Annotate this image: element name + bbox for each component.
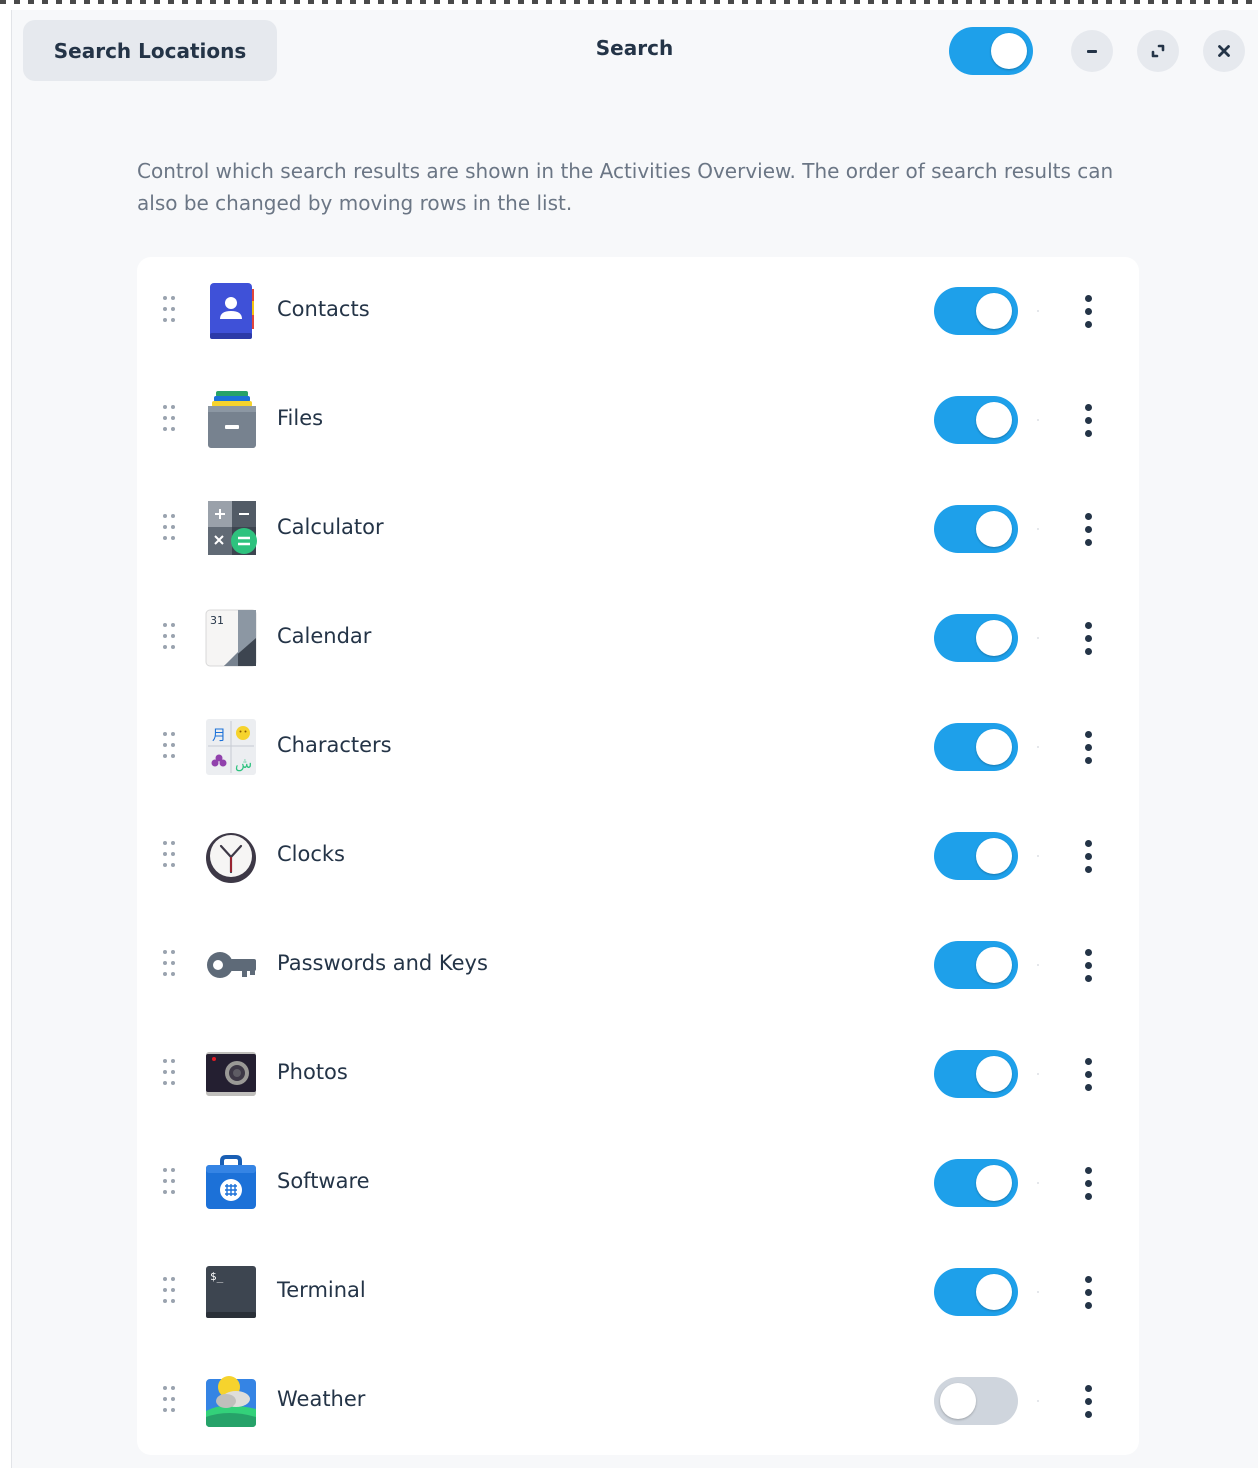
row-label: Clocks (277, 842, 345, 866)
list-row-files[interactable]: Files (137, 366, 1139, 475)
list-row-calendar[interactable]: 31 Calendar (137, 584, 1139, 693)
drag-handle-icon[interactable] (161, 1276, 179, 1306)
provider-switch[interactable] (934, 505, 1018, 553)
list-row-calculator[interactable]: Calculator (137, 475, 1139, 584)
calendar-icon: 31 (205, 609, 257, 667)
drag-handle-icon[interactable] (161, 404, 179, 434)
minimize-icon (1087, 50, 1097, 53)
row-label: Terminal (277, 1278, 366, 1302)
more-options-icon[interactable] (1077, 727, 1099, 767)
list-row-clocks[interactable]: Clocks (137, 802, 1139, 911)
svg-text:31: 31 (210, 614, 224, 627)
search-locations-button[interactable]: Search Locations (23, 20, 277, 81)
svg-text:ش: ش (235, 756, 252, 772)
camera-icon (206, 1052, 256, 1096)
row-label: Contacts (277, 297, 370, 321)
more-options-icon[interactable] (1077, 945, 1099, 985)
description-text: Control which search results are shown i… (137, 159, 1114, 215)
maximize-icon (1151, 44, 1165, 58)
drag-handle-icon[interactable] (161, 840, 179, 870)
provider-switch[interactable] (934, 1377, 1018, 1425)
provider-switch[interactable] (934, 396, 1018, 444)
provider-switch[interactable] (934, 941, 1018, 989)
provider-switch[interactable] (934, 723, 1018, 771)
drag-handle-icon[interactable] (161, 1058, 179, 1088)
drag-handle-icon[interactable] (161, 731, 179, 761)
svg-text:$_: $_ (210, 1270, 224, 1283)
row-label: Photos (277, 1060, 348, 1084)
row-label: Software (277, 1169, 370, 1193)
terminal-icon: $_ (206, 1266, 256, 1318)
row-label: Files (277, 406, 324, 430)
drag-handle-icon[interactable] (161, 295, 179, 325)
close-button[interactable] (1203, 30, 1245, 72)
row-label: Weather (277, 1387, 366, 1411)
characters-icon: 月 ش (206, 719, 256, 775)
list-row-weather[interactable]: Weather (137, 1347, 1139, 1456)
provider-switch[interactable] (934, 287, 1018, 335)
drag-handle-icon[interactable] (161, 622, 179, 652)
more-options-icon[interactable] (1077, 291, 1099, 331)
more-options-icon[interactable] (1077, 400, 1099, 440)
contacts-icon (210, 283, 254, 339)
more-options-icon[interactable] (1077, 1381, 1099, 1421)
close-icon (1218, 45, 1230, 57)
search-master-switch[interactable] (949, 27, 1033, 75)
list-row-terminal[interactable]: $_ Terminal (137, 1238, 1139, 1347)
provider-switch[interactable] (934, 1050, 1018, 1098)
software-icon (206, 1155, 256, 1209)
list-row-software[interactable]: Software (137, 1129, 1139, 1238)
drag-handle-icon[interactable] (161, 1167, 179, 1197)
search-providers-list: Contacts Files Calculator 31 Calendar 月 … (137, 257, 1139, 1455)
header-bar: Search Locations Search (11, 10, 1258, 92)
clocks-icon (206, 833, 256, 883)
svg-text:月: 月 (212, 728, 226, 744)
key-icon (207, 952, 256, 978)
provider-switch[interactable] (934, 1159, 1018, 1207)
list-row-passwords-and-keys[interactable]: Passwords and Keys (137, 911, 1139, 1020)
minimize-button[interactable] (1071, 30, 1113, 72)
list-row-contacts[interactable]: Contacts (137, 257, 1139, 366)
more-options-icon[interactable] (1077, 1272, 1099, 1312)
more-options-icon[interactable] (1077, 618, 1099, 658)
row-label: Calendar (277, 624, 372, 648)
maximize-button[interactable] (1137, 30, 1179, 72)
provider-switch[interactable] (934, 832, 1018, 880)
more-options-icon[interactable] (1077, 509, 1099, 549)
row-label: Characters (277, 733, 392, 757)
drag-handle-icon[interactable] (161, 949, 179, 979)
provider-switch[interactable] (934, 1268, 1018, 1316)
row-label: Calculator (277, 515, 384, 539)
more-options-icon[interactable] (1077, 1163, 1099, 1203)
weather-icon (206, 1376, 256, 1427)
row-label: Passwords and Keys (277, 951, 488, 975)
files-icon (208, 391, 256, 448)
list-row-photos[interactable]: Photos (137, 1020, 1139, 1129)
list-row-characters[interactable]: 月 ش Characters (137, 693, 1139, 802)
provider-switch[interactable] (934, 614, 1018, 662)
drag-handle-icon[interactable] (161, 513, 179, 543)
drag-handle-icon[interactable] (161, 1385, 179, 1415)
calculator-icon (208, 501, 257, 555)
more-options-icon[interactable] (1077, 1054, 1099, 1094)
more-options-icon[interactable] (1077, 836, 1099, 876)
